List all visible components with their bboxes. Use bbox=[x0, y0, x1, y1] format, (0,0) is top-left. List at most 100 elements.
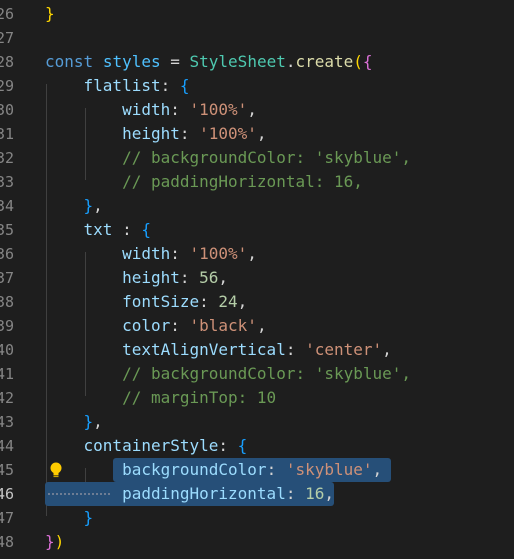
code-token: 56 bbox=[199, 268, 219, 287]
code-token: } bbox=[83, 412, 94, 431]
code-line[interactable]: 34 }, bbox=[0, 194, 514, 218]
code-line[interactable]: 41 // backgroundColor: 'skyblue', bbox=[0, 362, 514, 386]
code-line[interactable]: 30 width: '100%', bbox=[0, 98, 514, 122]
code-text: backgroundColor: 'skyblue', bbox=[45, 458, 382, 482]
line-number: 33 bbox=[0, 173, 14, 191]
line-number: 30 bbox=[0, 101, 14, 119]
code-token: 16 bbox=[305, 484, 325, 503]
code-token: 24 bbox=[218, 292, 238, 311]
code-token: backgroundColor bbox=[122, 460, 267, 479]
code-token: : bbox=[266, 460, 286, 479]
code-line[interactable]: 33 // paddingHorizontal: 16, bbox=[0, 170, 514, 194]
code-token: // marginTop: 10 bbox=[122, 388, 277, 407]
code-token: txt bbox=[83, 220, 113, 239]
code-token: : bbox=[199, 292, 219, 311]
code-line[interactable]: 46 paddingHorizontal: 16, bbox=[0, 482, 514, 506]
code-token: : bbox=[179, 268, 200, 287]
code-token: // backgroundColor: 'skyblue', bbox=[122, 148, 412, 167]
code-editor[interactable]: 26} 27 28 const styles = StyleSheet.create(… bbox=[0, 0, 514, 559]
code-token: , bbox=[218, 268, 229, 287]
lightbulb-icon[interactable] bbox=[48, 461, 64, 479]
code-token: , bbox=[93, 196, 103, 215]
code-token: , bbox=[247, 100, 257, 119]
code-token: '100%' bbox=[189, 100, 248, 119]
code-text: fontSize: 24, bbox=[45, 290, 247, 314]
code-token: : bbox=[285, 484, 306, 503]
code-token: fontSize bbox=[122, 292, 200, 311]
code-line[interactable]: 48}) bbox=[0, 530, 514, 554]
code-line[interactable]: 47 } bbox=[0, 506, 514, 530]
line-number: 37 bbox=[0, 269, 14, 287]
code-token: const bbox=[45, 52, 94, 71]
code-token: textAlignVertical bbox=[122, 340, 286, 359]
code-line[interactable]: 39 color: 'black', bbox=[0, 314, 514, 338]
code-line[interactable]: 44 containerStyle: { bbox=[0, 434, 514, 458]
code-token: width bbox=[122, 244, 171, 263]
line-number: 34 bbox=[0, 197, 14, 215]
code-line[interactable]: 43 }, bbox=[0, 410, 514, 434]
code-line[interactable]: 35 txt : { bbox=[0, 218, 514, 242]
code-line[interactable]: 37 height: 56, bbox=[0, 266, 514, 290]
code-token: : bbox=[112, 220, 142, 239]
code-line[interactable]: 31 height: '100%', bbox=[0, 122, 514, 146]
line-number: 32 bbox=[0, 149, 14, 167]
code-token: ) bbox=[54, 532, 65, 551]
code-text: txt : { bbox=[45, 218, 151, 242]
code-line[interactable]: 45 backgroundColor: 'skyblue', bbox=[0, 458, 514, 482]
code-token: } bbox=[83, 508, 94, 527]
code-text: // backgroundColor: 'skyblue', bbox=[45, 362, 411, 386]
code-token: } bbox=[45, 4, 55, 23]
code-text: } bbox=[45, 2, 55, 26]
code-line[interactable]: 29 flatlist: { bbox=[0, 74, 514, 98]
code-token: width bbox=[122, 100, 171, 119]
code-token: flatlist bbox=[83, 76, 161, 95]
code-token: : bbox=[170, 100, 190, 119]
code-token: = bbox=[160, 52, 190, 71]
code-token: , bbox=[237, 292, 248, 311]
code-token: , bbox=[324, 484, 334, 503]
code-text: textAlignVertical: 'center', bbox=[45, 338, 392, 362]
code-token: : bbox=[285, 340, 306, 359]
code-line[interactable]: 42 // marginTop: 10 bbox=[0, 386, 514, 410]
code-token: , bbox=[382, 340, 392, 359]
line-number: 39 bbox=[0, 317, 14, 335]
code-token: StyleSheet bbox=[189, 52, 286, 71]
code-line[interactable]: 36 width: '100%', bbox=[0, 242, 514, 266]
code-token: } bbox=[45, 532, 55, 551]
code-line[interactable]: 40 textAlignVertical: 'center', bbox=[0, 338, 514, 362]
code-text: } bbox=[45, 506, 94, 530]
line-number: 38 bbox=[0, 293, 14, 311]
line-number: 42 bbox=[0, 389, 14, 407]
code-line[interactable]: 26} bbox=[0, 2, 514, 26]
line-number: 47 bbox=[0, 509, 14, 527]
code-line[interactable]: 32 // backgroundColor: 'skyblue', bbox=[0, 146, 514, 170]
code-text: width: '100%', bbox=[45, 242, 257, 266]
line-number: 46 bbox=[0, 485, 14, 503]
line-number: 44 bbox=[0, 437, 14, 455]
code-token: , bbox=[256, 316, 267, 335]
code-token: styles bbox=[102, 52, 161, 71]
code-token: 'center' bbox=[305, 340, 383, 359]
code-text: }, bbox=[45, 410, 103, 434]
code-text: width: '100%', bbox=[45, 98, 257, 122]
code-token: '100%' bbox=[189, 244, 248, 263]
line-number: 35 bbox=[0, 221, 14, 239]
code-line[interactable]: 38 fontSize: 24, bbox=[0, 290, 514, 314]
code-line[interactable]: 27 bbox=[0, 26, 514, 50]
code-line[interactable]: 28 const styles = StyleSheet.create({ bbox=[0, 50, 514, 74]
code-token: , bbox=[93, 412, 103, 431]
